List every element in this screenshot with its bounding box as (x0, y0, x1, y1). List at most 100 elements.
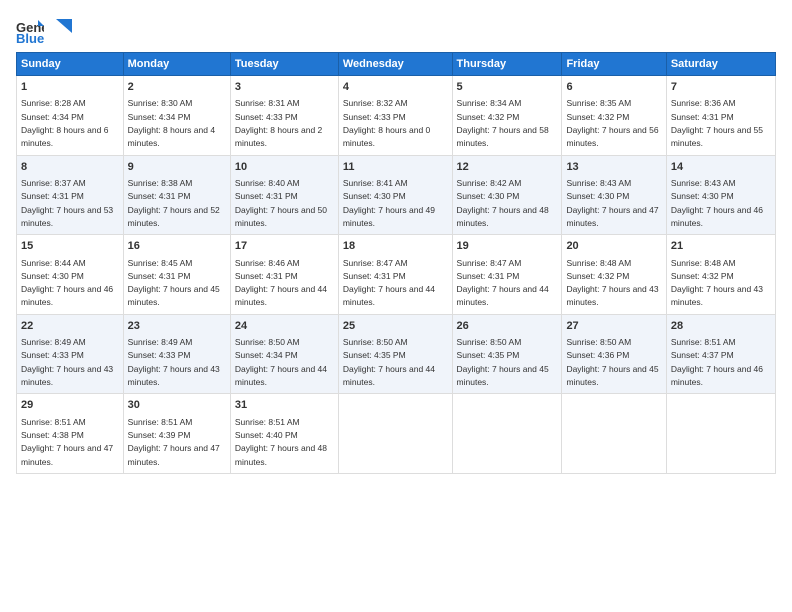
calendar-page: General Blue SundayMondayTuesdayWednesda… (0, 0, 792, 612)
day-number: 15 (21, 239, 119, 254)
calendar-cell: 25 Sunrise: 8:50 AMSunset: 4:35 PMDayligh… (338, 314, 452, 394)
weekday-header-sunday: Sunday (17, 53, 124, 76)
weekday-header-friday: Friday (562, 53, 666, 76)
day-number: 5 (457, 80, 558, 95)
day-number: 12 (457, 160, 558, 175)
calendar-cell: 13 Sunrise: 8:43 AMSunset: 4:30 PMDayligh… (562, 155, 666, 235)
calendar-cell: 19Sunrise: 8:47 AMSunset: 4:31 PMDayligh… (452, 235, 562, 315)
day-number: 21 (671, 239, 771, 254)
day-detail: Sunrise: 8:51 AMSunset: 4:37 PMDaylight:… (671, 337, 763, 387)
day-number: 17 (235, 239, 334, 254)
day-number: 25 (343, 319, 448, 334)
day-detail: Sunrise: 8:51 AMSunset: 4:39 PMDaylight:… (128, 417, 220, 467)
day-detail: Sunrise: 8:48 AMSunset: 4:32 PMDaylight:… (671, 258, 763, 308)
day-detail: Sunrise: 8:50 AMSunset: 4:36 PMDaylight:… (566, 337, 658, 387)
weekday-header-row: SundayMondayTuesdayWednesdayThursdayFrid… (17, 53, 776, 76)
calendar-cell: 20Sunrise: 8:48 AMSunset: 4:32 PMDayligh… (562, 235, 666, 315)
day-number: 16 (128, 239, 226, 254)
day-detail: Sunrise: 8:50 AMSunset: 4:35 PMDaylight:… (343, 337, 435, 387)
day-detail: Sunrise: 8:45 AMSunset: 4:31 PMDaylight:… (128, 258, 220, 308)
day-detail: Sunrise: 8:50 AMSunset: 4:35 PMDaylight:… (457, 337, 549, 387)
day-detail: Sunrise: 8:36 AMSunset: 4:31 PMDaylight:… (671, 98, 763, 148)
day-detail: Sunrise: 8:34 AMSunset: 4:32 PMDaylight:… (457, 98, 549, 148)
calendar-cell: 2 Sunrise: 8:30 AMSunset: 4:34 PMDaylight… (123, 76, 230, 156)
weekday-header-monday: Monday (123, 53, 230, 76)
calendar-week-row: 1 Sunrise: 8:28 AMSunset: 4:34 PMDaylight… (17, 76, 776, 156)
calendar-cell: 14Sunrise: 8:43 AMSunset: 4:30 PMDayligh… (666, 155, 775, 235)
day-number: 31 (235, 398, 334, 413)
calendar-cell: 3 Sunrise: 8:31 AMSunset: 4:33 PMDaylight… (230, 76, 338, 156)
calendar-cell: 12Sunrise: 8:42 AMSunset: 4:30 PMDayligh… (452, 155, 562, 235)
calendar-cell: 30Sunrise: 8:51 AMSunset: 4:39 PMDayligh… (123, 394, 230, 474)
day-number: 13 (566, 160, 661, 175)
calendar-cell: 23Sunrise: 8:49 AMSunset: 4:33 PMDayligh… (123, 314, 230, 394)
day-detail: Sunrise: 8:37 AMSunset: 4:31 PMDaylight:… (21, 178, 113, 228)
logo: General Blue (16, 16, 72, 44)
calendar-cell: 15 Sunrise: 8:44 AMSunset: 4:30 PMDayligh… (17, 235, 124, 315)
day-number: 8 (21, 160, 119, 175)
day-detail: Sunrise: 8:35 AMSunset: 4:32 PMDaylight:… (566, 98, 658, 148)
svg-text:Blue: Blue (16, 31, 44, 44)
day-number: 18 (343, 239, 448, 254)
day-number: 22 (21, 319, 119, 334)
weekday-header-wednesday: Wednesday (338, 53, 452, 76)
calendar-cell: 16 Sunrise: 8:45 AMSunset: 4:31 PMDayligh… (123, 235, 230, 315)
day-number: 26 (457, 319, 558, 334)
day-number: 23 (128, 319, 226, 334)
calendar-cell: 5 Sunrise: 8:34 AMSunset: 4:32 PMDaylight… (452, 76, 562, 156)
logo-icon: General Blue (16, 16, 44, 44)
calendar-cell: 7 Sunrise: 8:36 AMSunset: 4:31 PMDaylight… (666, 76, 775, 156)
header: General Blue (16, 16, 776, 44)
calendar-week-row: 29 Sunrise: 8:51 AMSunset: 4:38 PMDayligh… (17, 394, 776, 474)
weekday-header-saturday: Saturday (666, 53, 775, 76)
day-detail: Sunrise: 8:51 AMSunset: 4:38 PMDaylight:… (21, 417, 113, 467)
day-detail: Sunrise: 8:51 AMSunset: 4:40 PMDaylight:… (235, 417, 327, 467)
calendar-cell: 11Sunrise: 8:41 AMSunset: 4:30 PMDayligh… (338, 155, 452, 235)
calendar-cell: 28 Sunrise: 8:51 AMSunset: 4:37 PMDayligh… (666, 314, 775, 394)
calendar-cell: 27 Sunrise: 8:50 AMSunset: 4:36 PMDayligh… (562, 314, 666, 394)
day-number: 28 (671, 319, 771, 334)
day-detail: Sunrise: 8:31 AMSunset: 4:33 PMDaylight:… (235, 98, 322, 148)
day-number: 10 (235, 160, 334, 175)
calendar-cell: 1 Sunrise: 8:28 AMSunset: 4:34 PMDaylight… (17, 76, 124, 156)
day-detail: Sunrise: 8:30 AMSunset: 4:34 PMDaylight:… (128, 98, 215, 148)
day-number: 11 (343, 160, 448, 175)
calendar-cell: 8 Sunrise: 8:37 AMSunset: 4:31 PMDaylight… (17, 155, 124, 235)
calendar-cell: 10 Sunrise: 8:40 AMSunset: 4:31 PMDayligh… (230, 155, 338, 235)
calendar-week-row: 22 Sunrise: 8:49 AMSunset: 4:33 PMDayligh… (17, 314, 776, 394)
calendar-table: SundayMondayTuesdayWednesdayThursdayFrid… (16, 52, 776, 474)
logo-chevron-icon (56, 19, 72, 33)
day-number: 19 (457, 239, 558, 254)
calendar-cell (452, 394, 562, 474)
day-number: 27 (566, 319, 661, 334)
day-detail: Sunrise: 8:48 AMSunset: 4:32 PMDaylight:… (566, 258, 658, 308)
day-detail: Sunrise: 8:47 AMSunset: 4:31 PMDaylight:… (343, 258, 435, 308)
day-detail: Sunrise: 8:32 AMSunset: 4:33 PMDaylight:… (343, 98, 430, 148)
day-detail: Sunrise: 8:49 AMSunset: 4:33 PMDaylight:… (21, 337, 113, 387)
day-number: 24 (235, 319, 334, 334)
day-detail: Sunrise: 8:38 AMSunset: 4:31 PMDaylight:… (128, 178, 220, 228)
day-number: 2 (128, 80, 226, 95)
day-detail: Sunrise: 8:46 AMSunset: 4:31 PMDaylight:… (235, 258, 327, 308)
calendar-week-row: 8 Sunrise: 8:37 AMSunset: 4:31 PMDaylight… (17, 155, 776, 235)
calendar-cell: 26 Sunrise: 8:50 AMSunset: 4:35 PMDayligh… (452, 314, 562, 394)
calendar-cell (338, 394, 452, 474)
weekday-header-thursday: Thursday (452, 53, 562, 76)
calendar-cell: 17 Sunrise: 8:46 AMSunset: 4:31 PMDayligh… (230, 235, 338, 315)
day-number: 6 (566, 80, 661, 95)
day-number: 4 (343, 80, 448, 95)
calendar-cell (562, 394, 666, 474)
calendar-cell (666, 394, 775, 474)
day-detail: Sunrise: 8:28 AMSunset: 4:34 PMDaylight:… (21, 98, 108, 148)
day-number: 3 (235, 80, 334, 95)
day-detail: Sunrise: 8:40 AMSunset: 4:31 PMDaylight:… (235, 178, 327, 228)
day-number: 7 (671, 80, 771, 95)
calendar-cell: 18 Sunrise: 8:47 AMSunset: 4:31 PMDayligh… (338, 235, 452, 315)
day-number: 29 (21, 398, 119, 413)
day-detail: Sunrise: 8:43 AMSunset: 4:30 PMDaylight:… (566, 178, 658, 228)
day-number: 9 (128, 160, 226, 175)
day-detail: Sunrise: 8:44 AMSunset: 4:30 PMDaylight:… (21, 258, 113, 308)
weekday-header-tuesday: Tuesday (230, 53, 338, 76)
calendar-cell: 31 Sunrise: 8:51 AMSunset: 4:40 PMDayligh… (230, 394, 338, 474)
day-number: 1 (21, 80, 119, 95)
